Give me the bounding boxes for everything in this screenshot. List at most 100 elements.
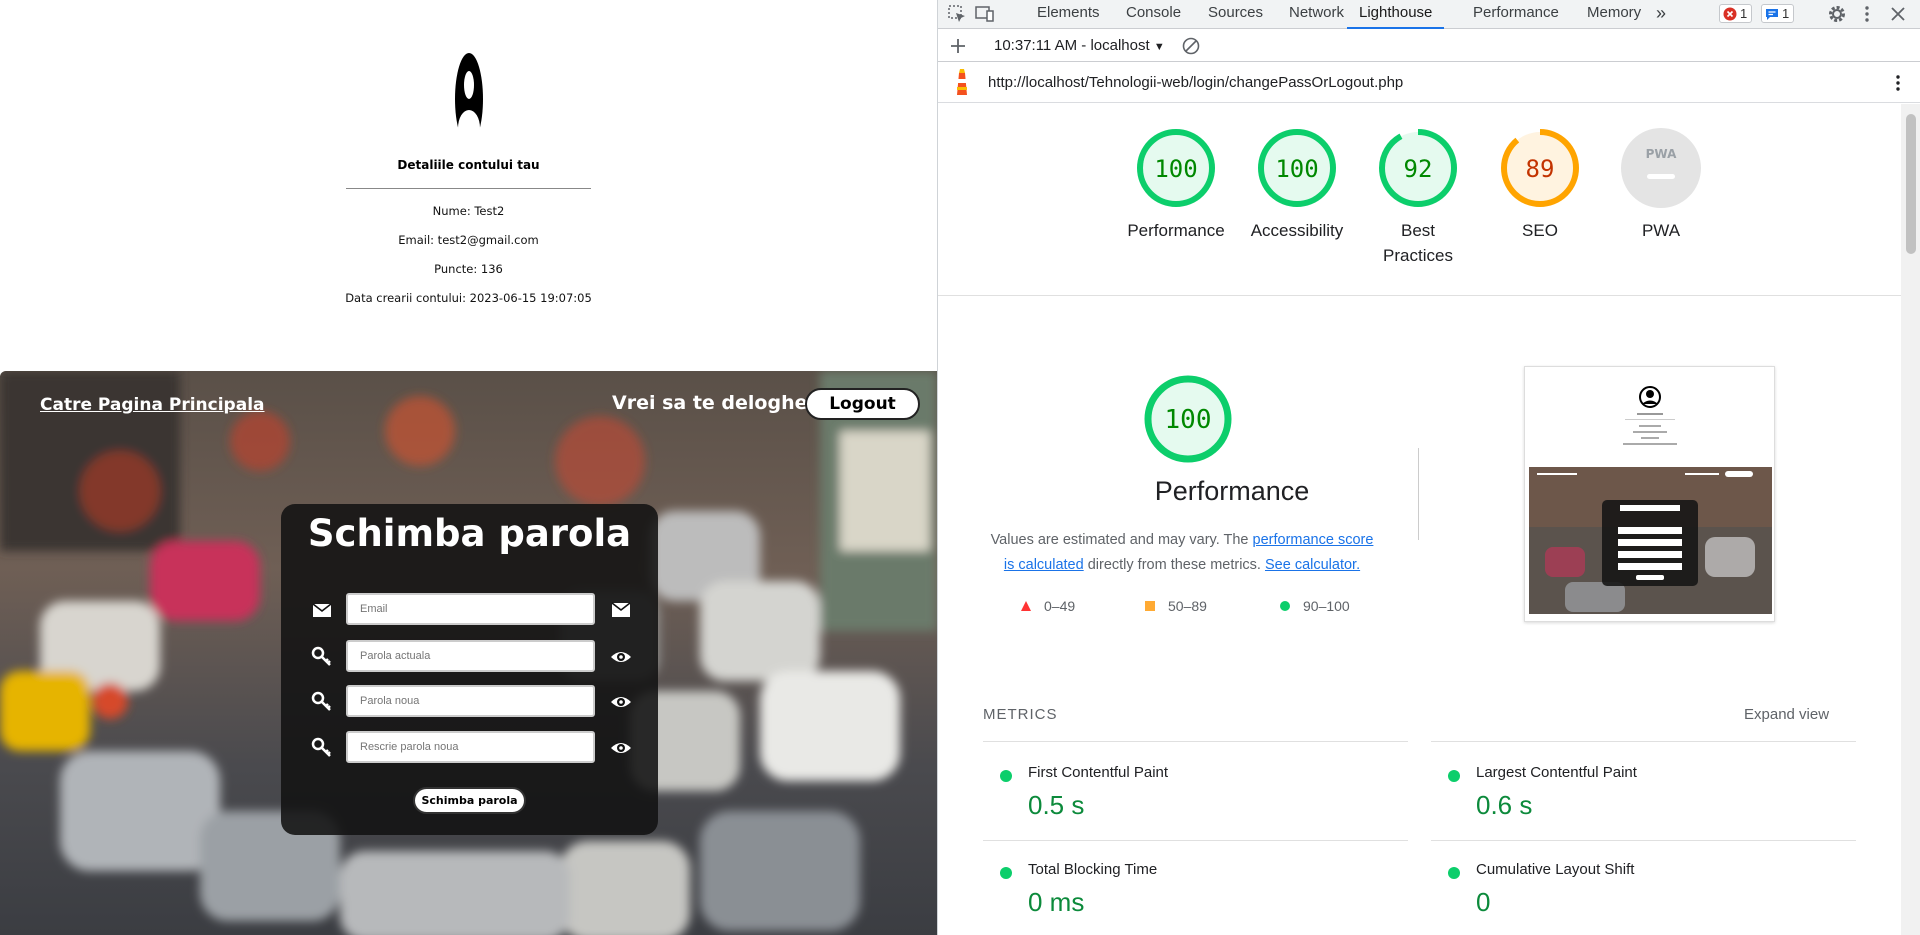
metric-value: 0 <box>1476 887 1491 917</box>
devtools-panel: Elements Console Sources Network Lightho… <box>937 0 1920 935</box>
gauge-ring: 92 <box>1379 129 1457 207</box>
metrics-divider <box>983 741 1408 742</box>
report-selector[interactable]: 10:37:11 AM - localhost ▼ <box>994 37 1165 54</box>
performance-description: Values are estimated and may vary. The p… <box>988 528 1376 578</box>
current-password-input[interactable] <box>346 640 595 672</box>
tab-network[interactable]: Network <box>1289 0 1344 29</box>
legend-pass: 90–100 <box>1279 598 1350 614</box>
device-toolbar-icon[interactable] <box>975 4 995 24</box>
account-details: Detaliile contului tau Nume: Test2 Email… <box>0 0 937 371</box>
legend-average-label: 50–89 <box>1168 598 1207 614</box>
final-screenshot-thumbnail[interactable] <box>1524 366 1775 622</box>
pwa-badge-icon: PWA <box>1621 128 1701 208</box>
metric-tbt: Total Blocking Time 0 ms <box>983 857 1383 935</box>
eye-icon[interactable] <box>610 692 632 712</box>
logout-button[interactable]: Logout <box>805 388 920 420</box>
account-title: Detaliile contului tau <box>397 158 540 172</box>
expand-view-toggle[interactable]: Expand view <box>1744 706 1829 723</box>
final-screenshot-image <box>1529 386 1772 614</box>
form-title: Schimba parola <box>307 512 632 555</box>
tab-memory[interactable]: Memory <box>1587 0 1641 29</box>
report-menu-icon[interactable] <box>1888 73 1908 93</box>
key-icon <box>311 737 331 757</box>
current-password-row <box>281 640 658 674</box>
pwa-badge-text: PWA <box>1646 147 1677 161</box>
more-options-icon[interactable] <box>1857 4 1877 24</box>
tab-console[interactable]: Console <box>1126 0 1181 29</box>
new-report-plus-icon[interactable] <box>948 36 968 56</box>
home-link[interactable]: Catre Pagina Principala <box>40 395 265 415</box>
lighthouse-toolbar: 10:37:11 AM - localhost ▼ <box>938 30 1920 62</box>
gauge-ring: 89 <box>1501 129 1579 207</box>
gauge-label: Performance <box>1127 221 1225 240</box>
report-url-bar: http://localhost/Tehnologii-web/login/ch… <box>938 63 1920 103</box>
gauge-accessibility[interactable]: 100 Accessibility <box>1237 126 1357 243</box>
repeat-password-row <box>281 731 658 765</box>
gauge-label: PWA <box>1641 221 1681 240</box>
pass-circle-icon <box>1448 867 1460 879</box>
section-separator <box>1418 448 1419 540</box>
lighthouse-report: 100 Performance 100 Accessibility 92 Best Pra… <box>938 104 1901 935</box>
more-tabs-icon[interactable]: » <box>1656 0 1666 29</box>
tab-elements[interactable]: Elements <box>1037 0 1100 29</box>
average-square-icon <box>1145 601 1155 611</box>
devtools-tabbar: Elements Console Sources Network Lightho… <box>938 0 1920 29</box>
repeat-password-input[interactable] <box>346 731 595 763</box>
account-created: Data crearii contului: 2023-06-15 19:07:… <box>345 291 592 305</box>
message-icon <box>1766 9 1778 20</box>
perf-desc-mid: directly from these metrics. <box>1083 557 1265 573</box>
inspect-element-icon[interactable] <box>947 4 967 24</box>
key-icon <box>311 646 331 666</box>
clear-block-icon[interactable] <box>1181 36 1201 56</box>
pass-circle-icon <box>1448 770 1460 782</box>
envelope-icon <box>312 603 332 617</box>
close-icon[interactable] <box>1888 4 1908 24</box>
gauge-seo[interactable]: 89 SEO <box>1480 126 1600 243</box>
dropdown-caret-icon: ▼ <box>1153 41 1165 53</box>
gauge-ring: 100 <box>1258 129 1336 207</box>
eye-icon[interactable] <box>610 738 632 758</box>
report-selector-label: 10:37:11 AM - localhost <box>994 37 1150 54</box>
gauge-pwa[interactable]: PWA PWA <box>1601 126 1721 243</box>
gauge-score: 100 <box>1275 155 1318 183</box>
change-password-form: Schimba parola Schimba pa <box>281 504 658 835</box>
metric-value: 0.6 s <box>1476 790 1533 820</box>
metrics-divider <box>1431 741 1856 742</box>
see-calculator-link[interactable]: See calculator. <box>1265 557 1360 573</box>
new-password-input[interactable] <box>346 685 595 717</box>
gauge-score: 92 <box>1404 155 1433 183</box>
envelope-icon <box>611 602 631 617</box>
change-password-button[interactable]: Schimba parola <box>413 787 526 814</box>
tab-performance[interactable]: Performance <box>1473 0 1559 29</box>
account-divider <box>346 188 591 189</box>
gauge-label: Accessibility <box>1250 221 1344 240</box>
eye-icon[interactable] <box>610 647 632 667</box>
report-url: http://localhost/Tehnologii-web/login/ch… <box>988 74 1404 91</box>
metric-name: Largest Contentful Paint <box>1476 764 1637 781</box>
metric-name: First Contentful Paint <box>1028 764 1169 781</box>
performance-big-gauge-ring: 100 <box>1144 375 1232 463</box>
error-icon <box>1723 7 1737 21</box>
gauge-ring: 100 <box>1137 129 1215 207</box>
metrics-divider <box>983 840 1408 841</box>
report-scrollbar[interactable] <box>1901 104 1920 935</box>
metric-value: 0.5 s <box>1028 790 1085 820</box>
metrics-divider <box>1431 840 1856 841</box>
scrollbar-thumb[interactable] <box>1906 114 1916 254</box>
email-input[interactable] <box>346 593 595 625</box>
metric-name: Cumulative Layout Shift <box>1476 861 1635 878</box>
key-icon <box>311 691 331 711</box>
settings-gear-icon[interactable] <box>1827 4 1847 24</box>
gauge-score: 89 <box>1526 155 1555 183</box>
messages-count: 1 <box>1782 6 1790 21</box>
account-points: Puncte: 136 <box>434 262 503 276</box>
gauge-performance[interactable]: 100 Performance <box>1116 126 1236 243</box>
errors-badge[interactable]: 1 <box>1719 4 1753 23</box>
tab-lighthouse[interactable]: Lighthouse <box>1347 0 1445 29</box>
metric-lcp: Largest Contentful Paint 0.6 s <box>1431 760 1831 840</box>
messages-badge[interactable]: 1 <box>1761 4 1795 23</box>
user-avatar-icon <box>455 53 483 146</box>
gauge-best-practices[interactable]: 92 Best Practices <box>1358 126 1478 268</box>
performance-section-title: Performance <box>1154 476 1310 506</box>
tab-sources[interactable]: Sources <box>1208 0 1263 29</box>
